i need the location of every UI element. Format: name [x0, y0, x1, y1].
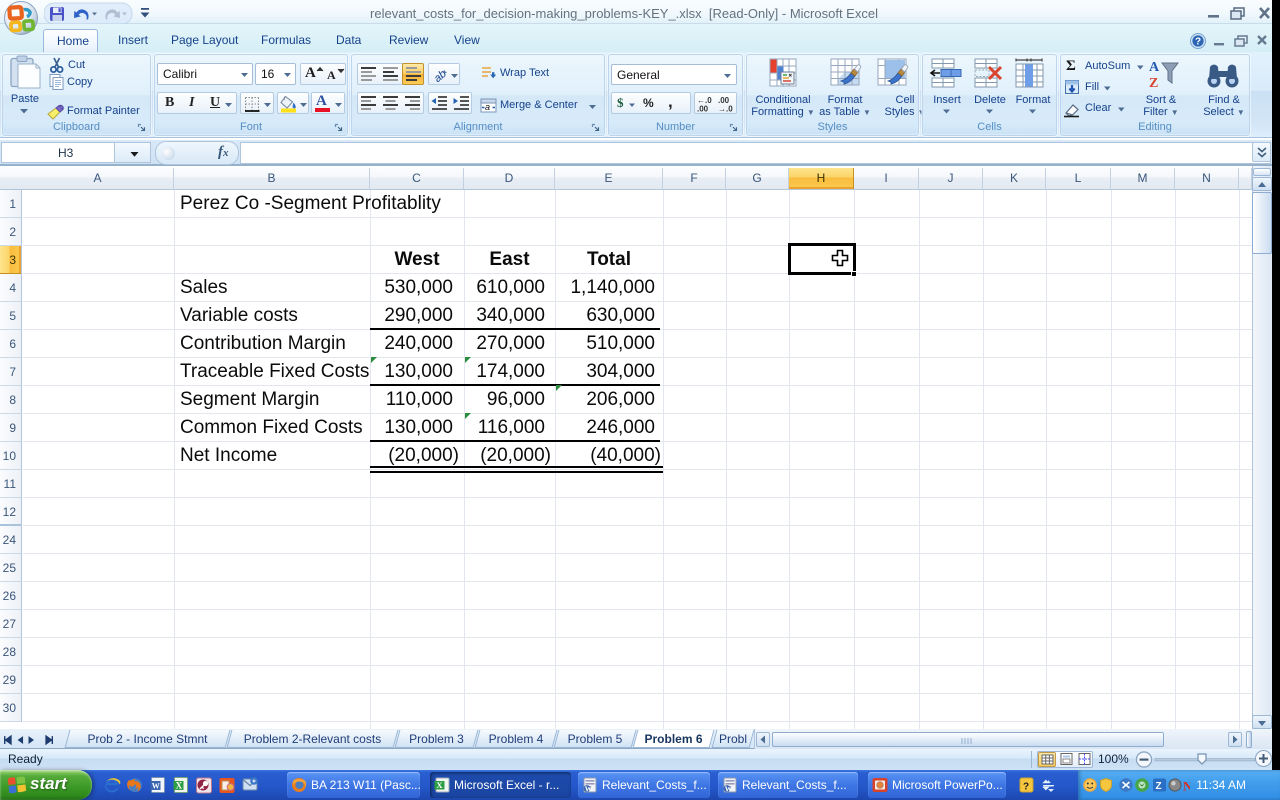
svg-text:N: N	[1183, 779, 1190, 794]
svg-text:.00: .00	[697, 105, 709, 114]
svg-text:Z: Z	[1149, 76, 1158, 91]
svg-text:W: W	[152, 782, 160, 791]
svg-text:ab: ab	[432, 68, 449, 84]
svg-text:→.0: →.0	[718, 105, 733, 114]
svg-text:Z: Z	[1156, 781, 1162, 792]
svg-text:W: W	[585, 784, 593, 793]
svg-text:?: ?	[1195, 37, 1201, 48]
svg-text:W: W	[725, 784, 733, 793]
svg-text:a: a	[485, 102, 490, 112]
svg-text:X: X	[176, 781, 183, 791]
svg-text:A: A	[1149, 60, 1160, 75]
svg-text:X: X	[436, 780, 443, 790]
svg-text:?: ?	[1023, 782, 1029, 793]
